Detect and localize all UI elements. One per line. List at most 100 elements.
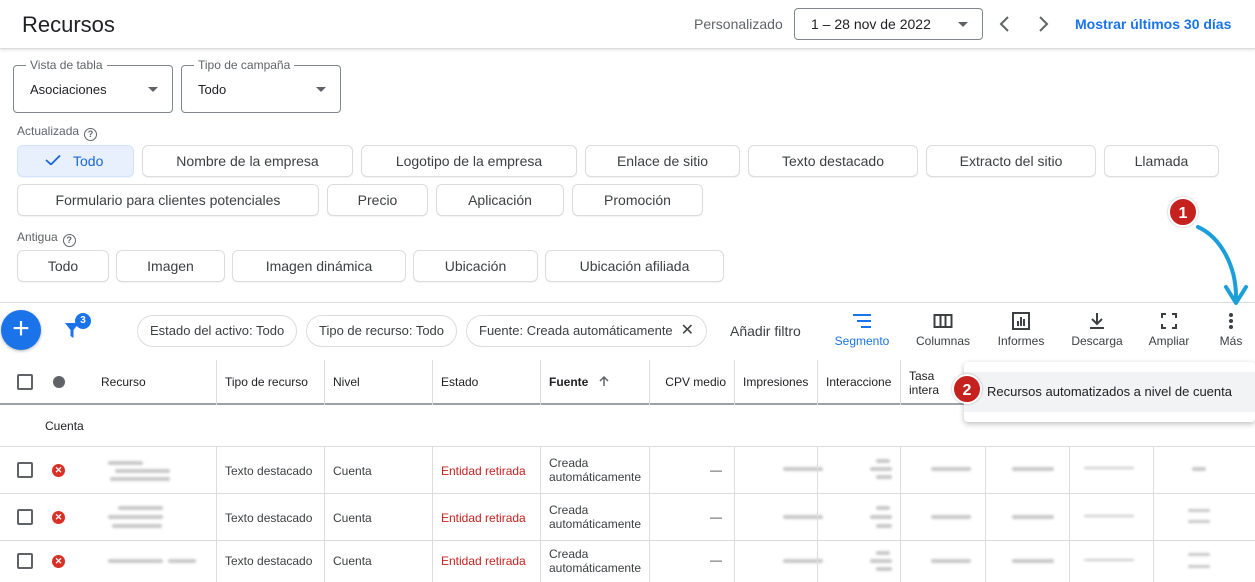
redacted-value [931,515,971,519]
chip-updated-structured-snippet[interactable]: Extracto del sitio [926,145,1096,177]
column-header-asset[interactable]: Recurso [93,360,216,405]
date-range-picker[interactable]: 1 – 28 nov de 2022 [794,8,983,40]
column-header-status[interactable]: Estado [432,360,540,405]
filter-chip-asset-status[interactable]: Estado del activo: Todo [137,315,298,347]
chip-label: Llamada [1134,153,1189,169]
chevron-left-icon[interactable] [995,12,1015,36]
chip-legacy-location[interactable]: Ubicación [413,250,538,282]
chip-legacy-affiliate-location[interactable]: Ubicación afiliada [545,250,724,282]
reports-button[interactable]: Informes [990,312,1052,348]
column-header-level[interactable]: Nivel [324,360,432,405]
cell-metric [1069,541,1153,582]
close-icon[interactable]: ✕ [681,316,694,346]
chip-legacy-todo[interactable]: Todo [17,250,109,282]
cell-asset-type: Texto destacado [216,494,324,541]
segment-icon [853,314,871,328]
table-view-value: Asociaciones [30,82,107,97]
campaign-type-select[interactable]: Tipo de campaña Todo [181,58,341,113]
redacted-value [1188,553,1210,556]
cell-text: Entidad retirada [441,554,526,568]
chip-label: Enlace de sitio [616,153,709,169]
error-status-icon: ✕ [52,511,65,524]
add-asset-button[interactable]: + [1,310,41,350]
menu-item-account-level-automated-assets[interactable]: Recursos automatizados a nivel de cuenta [964,372,1255,412]
columns-button[interactable]: Columnas [910,312,976,348]
more-button[interactable]: Más [1212,312,1250,348]
error-status-icon: ✕ [52,555,65,568]
cell-interactions [817,541,900,582]
redacted-value [1012,515,1054,519]
filter-chip-source[interactable]: Fuente: Creada automáticamente ✕ [466,315,708,347]
fullscreen-icon [1161,313,1177,329]
help-icon[interactable]: ? [62,234,76,247]
chevron-right-icon[interactable] [1033,12,1053,36]
legacy-section-label: Antigua? [17,230,76,247]
chip-updated-price[interactable]: Precio [327,184,428,216]
toolbar-divider [0,302,1255,303]
chip-label: Precio [357,192,398,208]
chip-label: Logotipo de la empresa [395,153,543,169]
cell-metric [1069,494,1153,541]
chip-updated-business-logo[interactable]: Logotipo de la empresa [361,145,577,177]
chip-label: Todo [47,258,79,274]
column-header-interactions[interactable]: Interaccione [817,360,900,405]
expand-button[interactable]: Ampliar [1142,312,1196,348]
page-header: Recursos Personalizado 1 – 28 nov de 202… [0,0,1255,49]
chip-updated-business-name[interactable]: Nombre de la empresa [142,145,353,177]
cell-source: Creada automáticamente [540,541,649,582]
add-filter-button[interactable]: Añadir filtro [730,323,801,339]
chip-updated-sitelink[interactable]: Enlace de sitio [585,145,740,177]
redacted-value [1192,467,1206,471]
column-header-impressions[interactable]: Impresiones [734,360,817,405]
chip-label: Todo [73,153,104,169]
redacted-value [931,467,971,471]
segment-button[interactable]: Segmento [830,312,894,348]
row-checkbox[interactable] [17,462,33,478]
chip-label: Texto destacado [782,153,884,169]
updated-label-text: Actualizada [17,124,80,138]
download-button[interactable]: Descarga [1066,312,1128,348]
chip-legacy-dynamic-image[interactable]: Imagen dinámica [232,250,406,282]
row-checkbox[interactable] [17,509,33,525]
table-row[interactable]: ✕ Texto destacado Cuenta Entidad retirad… [0,494,1255,541]
redacted-value [870,467,892,471]
redacted-asset-text [108,559,163,563]
chip-updated-app[interactable]: Aplicación [436,184,564,216]
chip-updated-lead-form[interactable]: Formulario para clientes potenciales [17,184,319,216]
chip-updated-callout[interactable]: Texto destacado [748,145,918,177]
cell-level: Cuenta [324,541,432,582]
redacted-value [1188,565,1210,568]
cell-source: Creada automáticamente [540,494,649,541]
chip-label: Promoción [604,192,671,208]
cell-metric [985,541,1069,582]
cell-text: — [710,553,722,567]
select-all-checkbox[interactable] [17,374,33,390]
cell-text: Cuenta [333,464,372,478]
table-row[interactable]: ✕ Texto destacado Cuenta Entidad retirad… [0,541,1255,582]
chip-updated-promotion[interactable]: Promoción [572,184,703,216]
redacted-value [870,559,892,563]
redacted-value [1188,520,1210,523]
redacted-value [1084,559,1134,561]
cell-status: Entidad retirada [432,447,540,494]
chip-label: Aplicación [468,192,532,208]
cell-interaction-rate [900,447,985,494]
redacted-asset-text [112,524,162,528]
date-range-value: 1 – 28 nov de 2022 [811,16,931,32]
filter-chip-asset-type[interactable]: Tipo de recurso: Todo [306,315,458,347]
chip-updated-todo[interactable]: Todo [17,145,134,177]
column-header-asset-type[interactable]: Tipo de recurso [216,360,324,405]
redacted-value [876,551,890,555]
help-icon[interactable]: ? [84,128,98,141]
cell-interactions [817,494,900,541]
column-header-source[interactable]: Fuente [540,360,649,405]
column-header-avg-cpv[interactable]: CPV medio [649,360,734,405]
cell-text: Creada automáticamente [549,456,642,484]
table-view-select[interactable]: Vista de tabla Asociaciones [13,58,173,113]
chip-legacy-image[interactable]: Imagen [116,250,225,282]
row-checkbox[interactable] [17,553,33,569]
show-last-30-days-link[interactable]: Mostrar últimos 30 días [1075,16,1231,32]
cell-text: Cuenta [333,511,372,525]
chip-updated-call[interactable]: Llamada [1104,145,1219,177]
table-row[interactable]: ✕ Texto destacado Cuenta Entidad retirad… [0,447,1255,494]
